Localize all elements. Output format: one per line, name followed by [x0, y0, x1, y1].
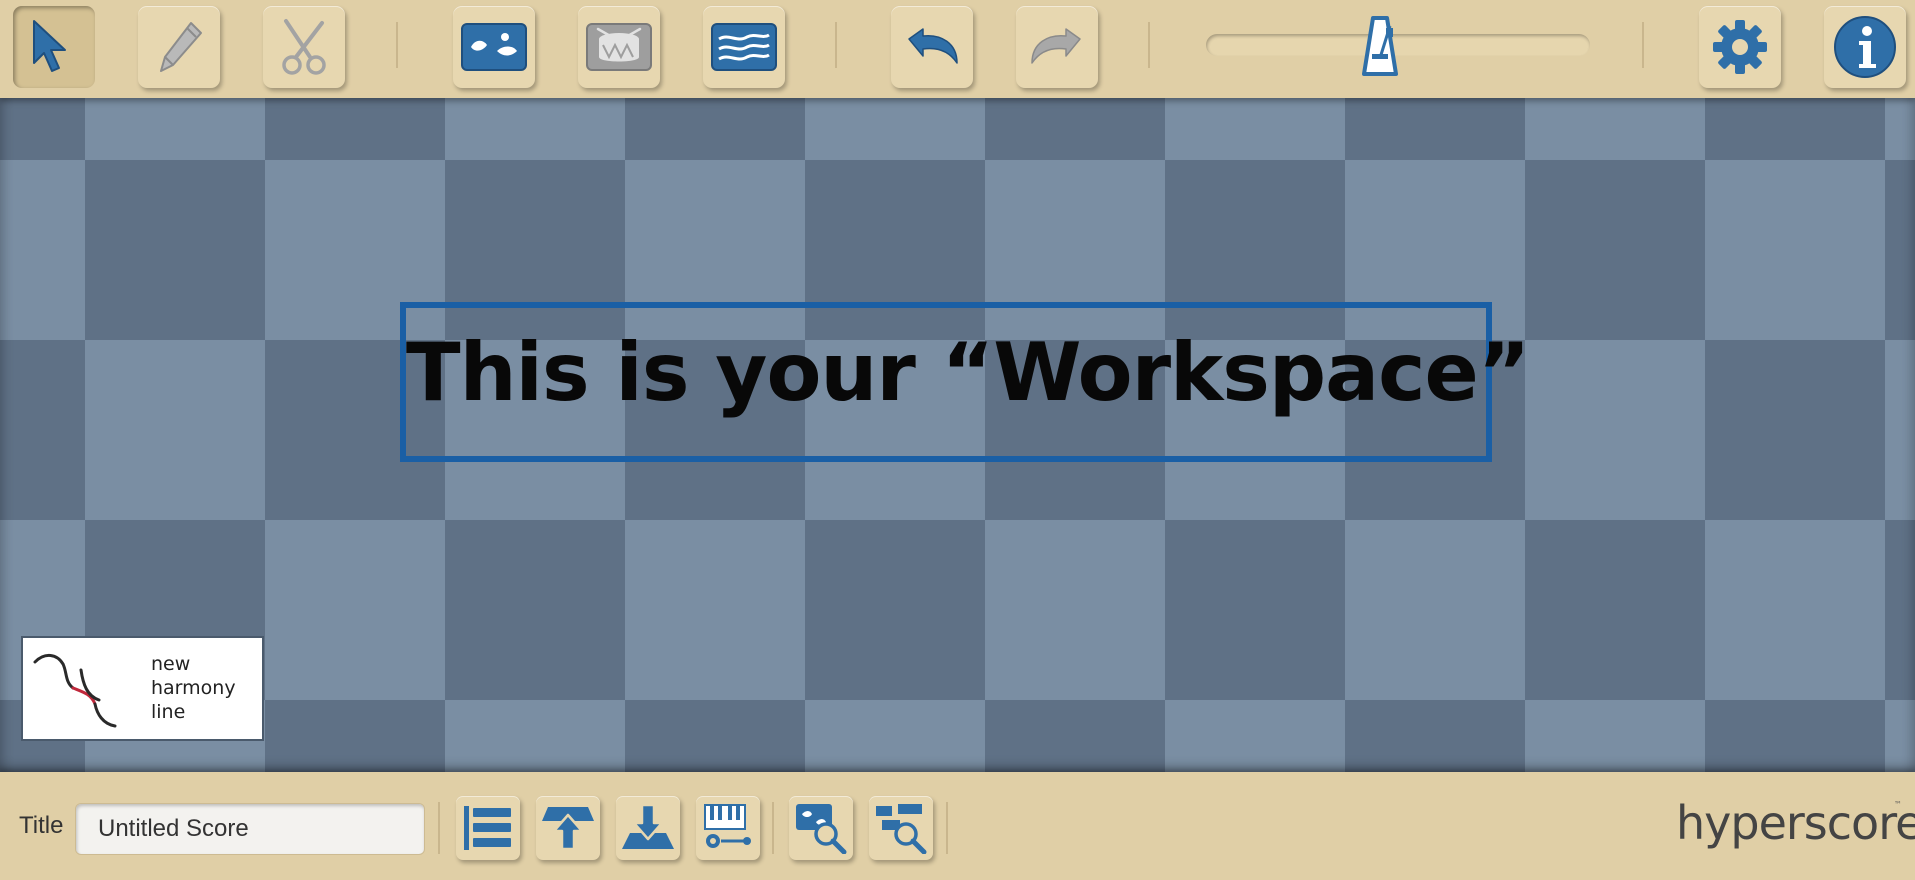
toolbar-divider [396, 22, 398, 68]
export-arrow-icon [542, 807, 594, 851]
drum-window-icon [586, 23, 652, 71]
melody-window-icon [461, 23, 527, 71]
melody-window-button[interactable] [453, 6, 535, 88]
undo-arrow-icon [908, 28, 958, 64]
metronome-icon [1362, 16, 1398, 76]
logo-line: harmony [151, 677, 236, 699]
zoom-window-icon [796, 804, 847, 854]
select-tool-button[interactable] [13, 6, 95, 88]
redo-button[interactable] [1016, 6, 1098, 88]
logo-line: new [151, 653, 191, 675]
title-label: Title [19, 812, 64, 839]
tempo-slider-thumb[interactable] [1356, 14, 1404, 80]
harmony-curves-logo-icon [33, 654, 117, 728]
percussion-window-button[interactable] [578, 6, 660, 88]
score-title-input[interactable] [75, 803, 425, 855]
pencil-tool-button[interactable] [138, 6, 220, 88]
info-icon [1834, 16, 1896, 78]
top-toolbar [0, 0, 1915, 98]
workspace-canvas[interactable]: This is your “Workspace” new harmony lin… [0, 98, 1915, 772]
toolbar-divider [835, 22, 837, 68]
piano-keyboard-icon [704, 804, 751, 848]
settings-button[interactable] [1699, 6, 1781, 88]
scissors-icon [282, 19, 326, 75]
toolbar-divider [1642, 22, 1644, 68]
new-harmony-line-logo: new harmony line [21, 636, 264, 741]
toolbar-divider [1148, 22, 1150, 68]
workspace-caption: This is your “Workspace” [406, 326, 1530, 419]
scissors-tool-button[interactable] [263, 6, 345, 88]
bottom-divider [946, 802, 948, 854]
zoom-blocks-icon [876, 804, 927, 854]
sketch-window-button[interactable] [703, 6, 785, 88]
info-button[interactable] [1824, 6, 1906, 88]
bottom-divider [438, 802, 440, 854]
import-arrow-icon [622, 803, 674, 849]
list-icon [464, 806, 511, 850]
trademark-mark: ™ [1894, 800, 1902, 809]
workspace-caption-box: This is your “Workspace” [400, 302, 1530, 462]
list-view-button[interactable] [456, 796, 520, 860]
logo-line: line [151, 701, 186, 723]
bottom-bar: Title Untitled Score hyperscore ™ [0, 772, 1915, 880]
import-button[interactable] [616, 796, 680, 860]
pointer-arrow-icon [33, 20, 66, 72]
export-button[interactable] [536, 796, 600, 860]
redo-arrow-icon [1031, 28, 1081, 64]
undo-button[interactable] [891, 6, 973, 88]
zoom-window-button[interactable] [789, 796, 853, 860]
hyperscore-brand: hyperscore [1676, 796, 1915, 850]
logo-wordmark: new harmony line [151, 652, 236, 724]
pencil-icon [160, 22, 202, 72]
bottom-divider [772, 802, 774, 854]
zoom-blocks-button[interactable] [869, 796, 933, 860]
gear-icon [1713, 20, 1767, 74]
sketch-lines-window-icon [711, 23, 777, 71]
keyboard-button[interactable] [696, 796, 760, 860]
